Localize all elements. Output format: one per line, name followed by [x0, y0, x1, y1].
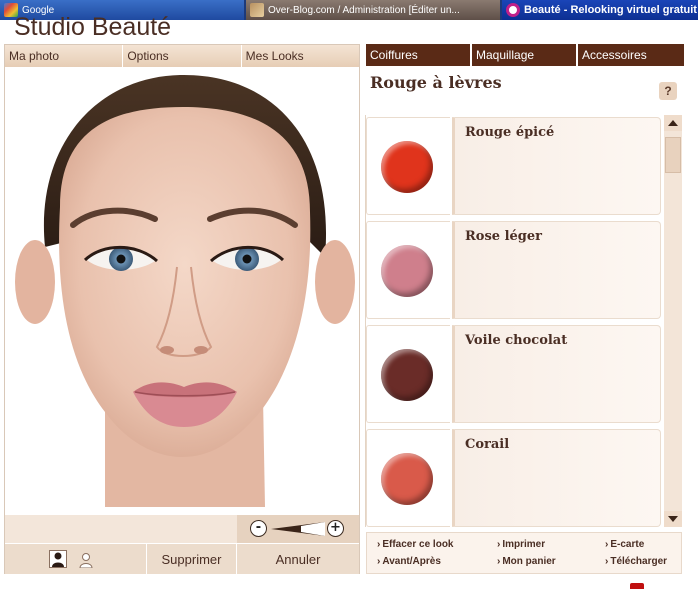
red-corner-mark: [630, 583, 644, 589]
swatch-cell: [366, 325, 450, 423]
zoom-out-button[interactable]: -: [250, 520, 267, 537]
lipstick-swatch: [381, 453, 433, 505]
product-info: Rose léger: [452, 221, 661, 319]
product-item[interactable]: Voile chocolat: [366, 325, 661, 423]
right-tab-bar: Coiffures Maquillage Accessoires: [366, 44, 684, 66]
scroll-thumb[interactable]: [665, 137, 681, 173]
person-icon: [52, 552, 64, 567]
swatch-cell: [366, 221, 450, 319]
product-info: Corail: [452, 429, 661, 527]
tab-maquillage[interactable]: Maquillage: [472, 44, 576, 66]
swatch-cell: [366, 117, 450, 215]
tab-mes-looks[interactable]: Mes Looks: [241, 45, 359, 67]
app-title: Studio Beauté: [14, 13, 172, 41]
product-name: Rouge épicé: [465, 125, 555, 140]
tab-accessoires[interactable]: Accessoires: [578, 44, 684, 66]
browser-tab-beaute[interactable]: Beauté - Relooking virtuel gratuit: [502, 0, 698, 20]
zoom-in-button[interactable]: +: [327, 520, 344, 537]
link-avant-apres[interactable]: Avant/Après: [377, 556, 441, 567]
zoom-bar: - +: [5, 515, 359, 543]
swatch-cell: [366, 429, 450, 527]
lipstick-swatch: [381, 141, 433, 193]
scroll-down-button[interactable]: [664, 511, 682, 527]
lipstick-swatch: [381, 245, 433, 297]
delete-button[interactable]: Supprimer: [147, 544, 237, 574]
product-name: Corail: [465, 437, 510, 452]
person-view-button[interactable]: [49, 550, 67, 568]
photo-actions-bar: Supprimer Annuler: [5, 544, 359, 574]
view-toggle-group: [5, 544, 147, 574]
triangle-down-icon: [668, 516, 678, 522]
product-list: Rouge épicé Rose léger Voile chocolat Co…: [365, 115, 661, 527]
product-item[interactable]: Rose léger: [366, 221, 661, 319]
link-telecharger[interactable]: Télécharger: [605, 556, 667, 567]
beaute-favicon-icon: [506, 3, 520, 17]
browser-tab-label: Over-Blog.com / Administration [Éditer u…: [268, 4, 460, 16]
product-list-scrollbar[interactable]: [664, 115, 682, 527]
product-item[interactable]: Rouge épicé: [366, 117, 661, 215]
link-e-carte[interactable]: E-carte: [605, 539, 644, 550]
product-info: Voile chocolat: [452, 325, 661, 423]
cancel-button[interactable]: Annuler: [237, 544, 359, 574]
action-links: Effacer ce look Imprimer E-carte Avant/A…: [366, 532, 682, 574]
left-tab-bar: Ma photo Options Mes Looks: [5, 45, 359, 67]
tab-options[interactable]: Options: [123, 45, 242, 67]
link-mon-panier[interactable]: Mon panier: [497, 556, 555, 567]
triangle-up-icon: [668, 120, 678, 126]
scroll-up-button[interactable]: [664, 115, 682, 131]
face-photo[interactable]: [5, 67, 359, 507]
product-name: Rose léger: [465, 229, 543, 244]
photo-panel: Ma photo Options Mes Looks - + Supprimer…: [4, 44, 360, 574]
link-effacer-look[interactable]: Effacer ce look: [377, 539, 453, 550]
product-info: Rouge épicé: [452, 117, 661, 215]
browser-tab-overblog[interactable]: Over-Blog.com / Administration [Éditer u…: [246, 0, 500, 20]
section-title: Rouge à lèvres: [370, 73, 502, 92]
overblog-favicon-icon: [250, 3, 264, 17]
person-outline-view-button[interactable]: [77, 550, 95, 568]
link-imprimer[interactable]: Imprimer: [497, 539, 545, 550]
zoom-slider[interactable]: [271, 522, 325, 536]
product-name: Voile chocolat: [465, 333, 568, 348]
product-item[interactable]: Corail: [366, 429, 661, 527]
zoom-control: - +: [237, 515, 359, 543]
tab-coiffures[interactable]: Coiffures: [366, 44, 470, 66]
face-illustration: [15, 74, 355, 507]
tab-ma-photo[interactable]: Ma photo: [5, 45, 124, 67]
lipstick-swatch: [381, 349, 433, 401]
person-outline-icon: [79, 553, 93, 568]
help-button[interactable]: ?: [659, 82, 677, 100]
browser-tab-label: Beauté - Relooking virtuel gratuit: [524, 4, 697, 16]
